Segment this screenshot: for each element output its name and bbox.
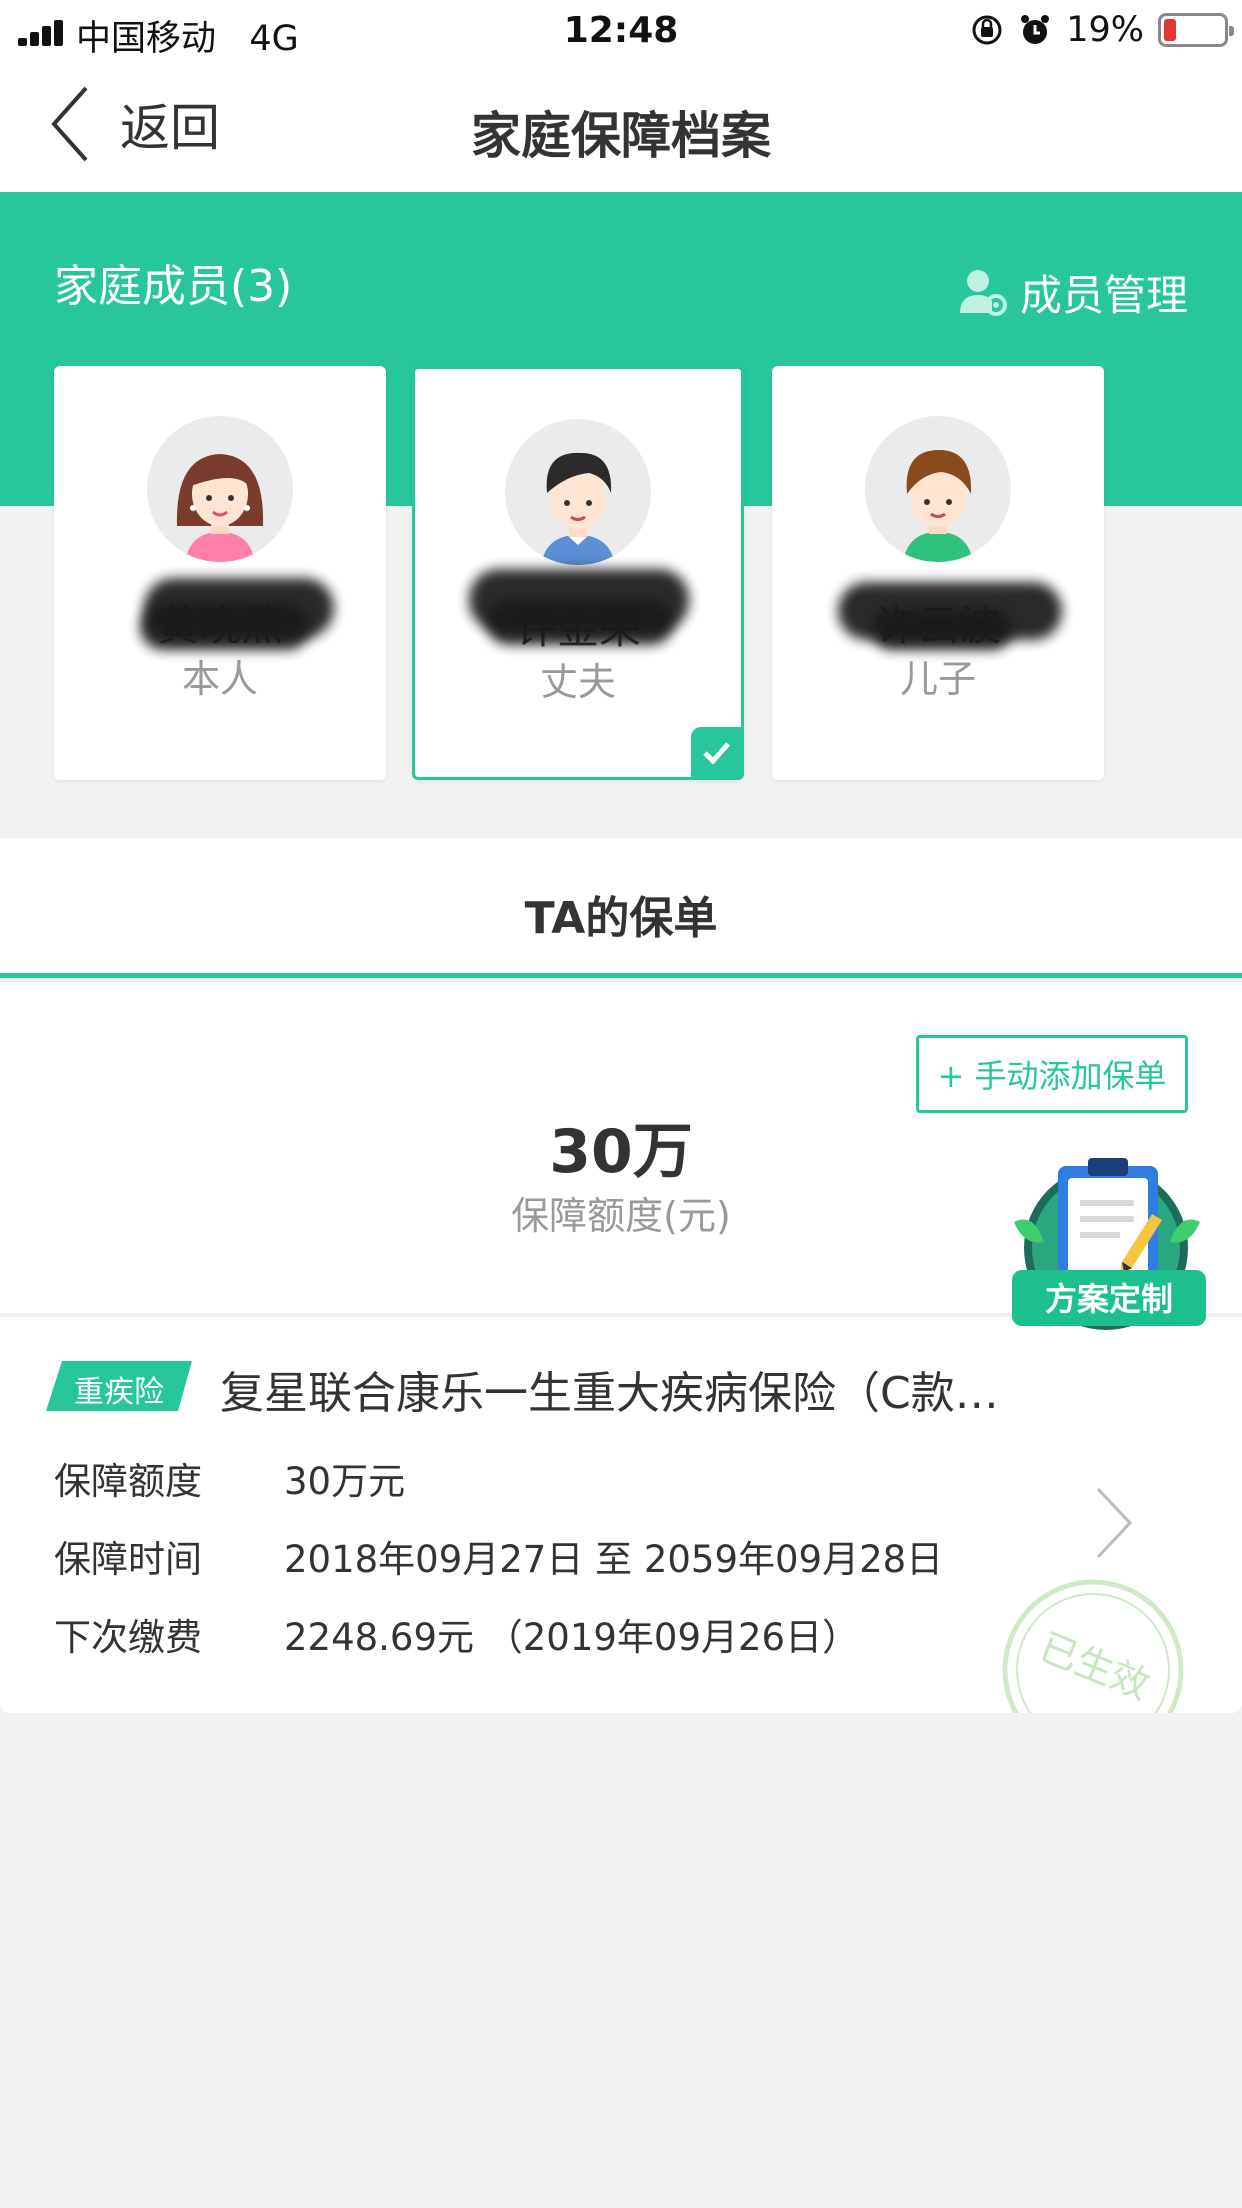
boy-avatar [865,416,1011,562]
member-card[interactable]: 黄晓燕 本人 [54,366,386,780]
redaction-mark [140,604,310,650]
status-bar: 中国移动 4G 12:48 19% [0,0,1242,62]
policy-tab-bar: TA的保单 [0,838,1242,978]
custom-plan-label: 方案定制 [1045,1280,1173,1318]
family-members-title: 家庭成员(3) [54,261,293,312]
battery-icon [1158,13,1234,47]
page-title: 家庭保障档案 [471,107,771,165]
custom-plan-button[interactable]: 方案定制 [1004,1152,1214,1340]
add-policy-button[interactable]: + 手动添加保单 [916,1035,1188,1113]
tab-policies[interactable]: TA的保单 [0,882,1242,946]
chevron-right-icon [1096,1487,1133,1559]
member-relation: 丈夫 [539,660,616,704]
policy-row-period: 保障时间 2018年09月27日 至 2059年09月28日 [54,1529,943,1583]
policy-name: 复星联合康乐一生重大疾病保险（C款… [220,1368,999,1419]
policy-row-next-payment: 下次缴费 2248.69元 （2019年09月26日） [54,1607,859,1661]
policy-card[interactable]: 重疾险 复星联合康乐一生重大疾病保险（C款… 保障额度 30万元 保障时间 2018… [0,1317,1242,1713]
policy-type-label: 重疾险 [74,1375,164,1410]
user-settings-icon [959,269,1007,316]
member-management-label: 成员管理 [1019,271,1188,320]
policy-row-coverage: 保障额度 30万元 [54,1451,405,1505]
row-label: 保障额度 [54,1460,202,1503]
member-relation: 本人 [181,657,258,701]
member-card-selected[interactable]: 许金荣 丈夫 [412,366,744,780]
man-avatar [505,419,651,565]
battery-percent: 19% [1066,10,1144,50]
orientation-lock-icon [970,13,1004,47]
redaction-mark [487,601,673,645]
member-relation: 儿子 [899,657,976,701]
selected-check-icon [691,727,741,777]
row-label: 保障时间 [54,1538,202,1581]
policy-type-badge: 重疾险 [46,1361,192,1411]
status-stamp-text: 已生效 [1033,1625,1155,1709]
status-stamp: 已生效 [1002,1579,1184,1713]
alarm-icon [1018,13,1052,47]
row-label: 下次缴费 [54,1616,202,1659]
nav-bar: 返回 家庭保障档案 [0,62,1242,192]
member-management-button[interactable]: 成员管理 [956,262,1188,323]
row-value: 2248.69元 （2019年09月26日） [284,1616,860,1659]
row-value: 2018年09月27日 至 2059年09月28日 [284,1538,944,1581]
row-value: 30万元 [284,1460,406,1503]
member-card[interactable]: 许云波 儿子 [772,366,1104,780]
woman-avatar [147,416,293,562]
redaction-mark [872,610,1012,650]
member-cards: 黄晓燕 本人 许金荣 丈夫 [0,366,1242,780]
clipboard-pencil-icon: 方案定制 [1012,1158,1206,1330]
